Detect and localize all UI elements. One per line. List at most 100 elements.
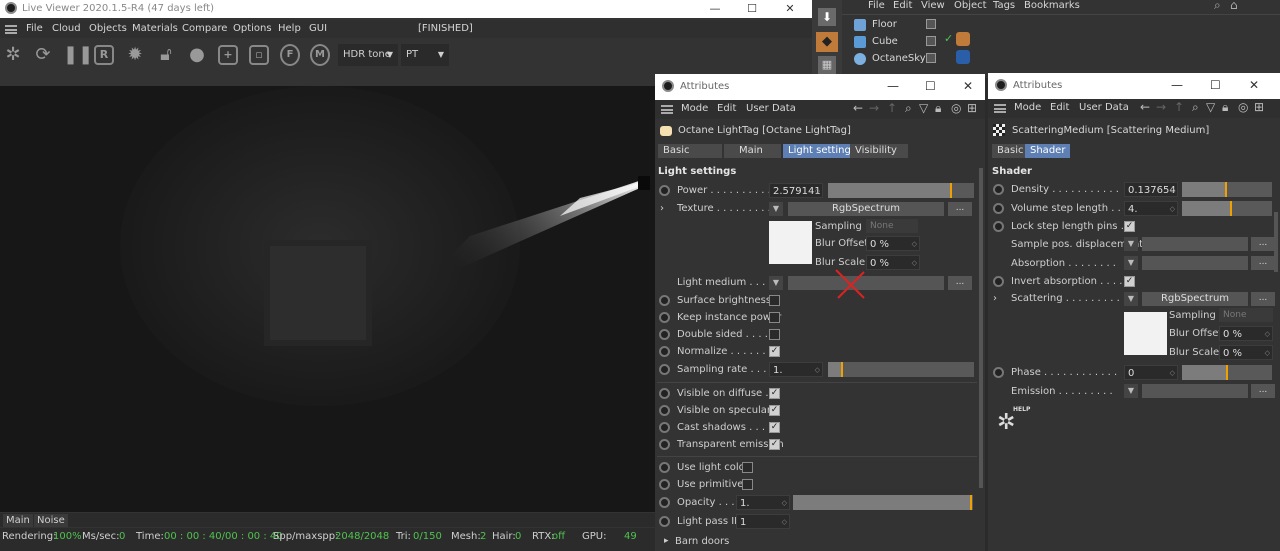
- scattering-button[interactable]: RgbSpectrum: [1142, 292, 1248, 306]
- download-icon[interactable]: ⬇: [818, 8, 836, 26]
- focus-picker-button[interactable]: F: [280, 44, 300, 66]
- absorption-more-button[interactable]: ...: [1251, 256, 1275, 270]
- expand-chevron-icon[interactable]: ›: [660, 203, 664, 214]
- pause-icon[interactable]: ❚❚: [63, 44, 93, 66]
- emission-more-button[interactable]: ...: [1251, 384, 1275, 398]
- cube-icon[interactable]: ◆: [816, 32, 838, 52]
- cast-shadows-checkbox[interactable]: ✓: [769, 422, 780, 433]
- target-icon[interactable]: ◎: [951, 101, 961, 115]
- visible-specular-checkbox[interactable]: ✓: [769, 405, 780, 416]
- maximize-button[interactable]: ☐: [925, 79, 936, 93]
- stepper-icon[interactable]: ◇: [782, 515, 787, 530]
- search-icon[interactable]: ⌕: [1192, 100, 1199, 115]
- close-button[interactable]: ✕: [770, 0, 810, 18]
- up-arrow-icon[interactable]: ↑: [1174, 100, 1184, 114]
- add-region-icon[interactable]: +: [218, 45, 238, 65]
- menu-user-data[interactable]: User Data: [1079, 102, 1129, 113]
- restart-render-icon[interactable]: ⟳: [32, 44, 54, 66]
- phase-input[interactable]: 0 ◇: [1124, 365, 1178, 380]
- texture-more-button[interactable]: ...: [948, 202, 972, 216]
- animate-radio[interactable]: [993, 367, 1004, 378]
- animate-radio[interactable]: [659, 388, 670, 399]
- light-medium-dropdown[interactable]: ▼: [769, 276, 783, 290]
- animate-radio[interactable]: [993, 184, 1004, 195]
- checker-icon[interactable]: ▦: [818, 56, 836, 74]
- material-ball-icon[interactable]: ●: [186, 44, 208, 66]
- hamburger-menu-icon[interactable]: [5, 25, 17, 34]
- tab-noise[interactable]: Noise: [34, 514, 68, 527]
- animate-radio[interactable]: [659, 479, 670, 490]
- menu-cloud[interactable]: Cloud: [52, 23, 81, 34]
- render-viewport[interactable]: [0, 86, 655, 512]
- light-medium-more-button[interactable]: ...: [948, 276, 972, 290]
- expand-chevron-icon[interactable]: ▸: [664, 536, 669, 546]
- animate-radio[interactable]: [993, 276, 1004, 287]
- om-menu-view[interactable]: View: [921, 0, 945, 11]
- barn-doors-label[interactable]: Barn doors: [675, 536, 729, 547]
- surface-brightness-checkbox[interactable]: [769, 295, 780, 306]
- sampling-rate-input[interactable]: 1. ◇: [769, 362, 823, 377]
- volume-step-length-slider[interactable]: [1182, 201, 1272, 216]
- density-slider[interactable]: [1182, 182, 1272, 197]
- stepper-icon[interactable]: ◇: [912, 237, 917, 252]
- forward-arrow-icon[interactable]: →: [869, 101, 879, 115]
- search-icon[interactable]: ⌕: [905, 101, 912, 116]
- invert-absorption-checkbox[interactable]: ✓: [1124, 276, 1135, 287]
- power-slider[interactable]: [828, 183, 974, 198]
- visibility-toggle[interactable]: [926, 36, 936, 46]
- search-icon[interactable]: ⌕: [1214, 0, 1221, 13]
- kernel-select[interactable]: PT ▼: [401, 44, 449, 66]
- stepper-icon[interactable]: ◇: [1170, 183, 1175, 198]
- phase-slider[interactable]: [1182, 365, 1272, 380]
- lock-icon[interactable]: 🔓︎: [155, 44, 177, 66]
- back-arrow-icon[interactable]: ←: [853, 101, 863, 115]
- tab-shader[interactable]: Shader: [1025, 144, 1071, 158]
- target-icon[interactable]: ◎: [1238, 100, 1248, 114]
- animate-radio[interactable]: [659, 516, 670, 527]
- close-button[interactable]: ✕: [1249, 78, 1259, 92]
- menu-edit[interactable]: Edit: [717, 103, 736, 114]
- help-label[interactable]: HELP: [1013, 406, 1030, 413]
- stepper-icon[interactable]: ◇: [1265, 327, 1270, 342]
- forward-arrow-icon[interactable]: →: [1156, 100, 1166, 114]
- sample-pos-more-button[interactable]: ...: [1251, 237, 1275, 251]
- animate-radio[interactable]: [659, 312, 670, 323]
- opacity-slider[interactable]: [793, 495, 973, 510]
- animate-radio[interactable]: [659, 364, 670, 375]
- animate-radio[interactable]: [659, 439, 670, 450]
- menu-objects[interactable]: Objects: [89, 23, 127, 34]
- tab-main[interactable]: Main: [724, 144, 781, 158]
- sample-pos-dropdown[interactable]: ▼: [1124, 237, 1138, 251]
- light-tag-icon[interactable]: [956, 32, 970, 46]
- volume-step-length-input[interactable]: 4. ◇: [1124, 201, 1178, 216]
- sample-pos-link-field[interactable]: [1142, 237, 1248, 251]
- sampling-select[interactable]: None: [866, 219, 918, 233]
- close-button[interactable]: ✕: [963, 79, 973, 93]
- material-picker-button[interactable]: M: [310, 44, 330, 66]
- lock-step-length-checkbox[interactable]: ✓: [1124, 221, 1135, 232]
- menu-help[interactable]: Help: [278, 23, 301, 34]
- animate-radio[interactable]: [659, 405, 670, 416]
- animate-radio[interactable]: [659, 346, 670, 357]
- settings-gear-icon[interactable]: ✹: [124, 44, 146, 66]
- blur-offset-input[interactable]: 0 % ◇: [866, 236, 920, 251]
- sampling-rate-slider[interactable]: [828, 362, 974, 377]
- light-pass-id-input[interactable]: 1 ◇: [736, 514, 790, 529]
- environment-tag-icon[interactable]: [956, 50, 970, 64]
- om-menu-bookmarks[interactable]: Bookmarks: [1024, 0, 1080, 11]
- menu-edit[interactable]: Edit: [1050, 102, 1069, 113]
- stepper-icon[interactable]: ◇: [1170, 366, 1175, 381]
- menu-mode[interactable]: Mode: [681, 103, 708, 114]
- animate-radio[interactable]: [659, 422, 670, 433]
- scattering-dropdown[interactable]: ▼: [1124, 292, 1138, 306]
- filter-icon[interactable]: ▽: [1206, 100, 1215, 114]
- hamburger-menu-icon[interactable]: [994, 104, 1006, 113]
- scrollbar[interactable]: [1274, 212, 1278, 272]
- absorption-link-field[interactable]: [1142, 256, 1248, 270]
- tab-basic[interactable]: Basic: [658, 144, 722, 158]
- hamburger-menu-icon[interactable]: [661, 105, 673, 114]
- minimize-button[interactable]: —: [887, 79, 899, 93]
- power-input[interactable]: 2.579141 ◇: [769, 183, 823, 198]
- transparent-emission-checkbox[interactable]: ✓: [769, 439, 780, 450]
- new-panel-icon[interactable]: ⊞: [967, 101, 977, 115]
